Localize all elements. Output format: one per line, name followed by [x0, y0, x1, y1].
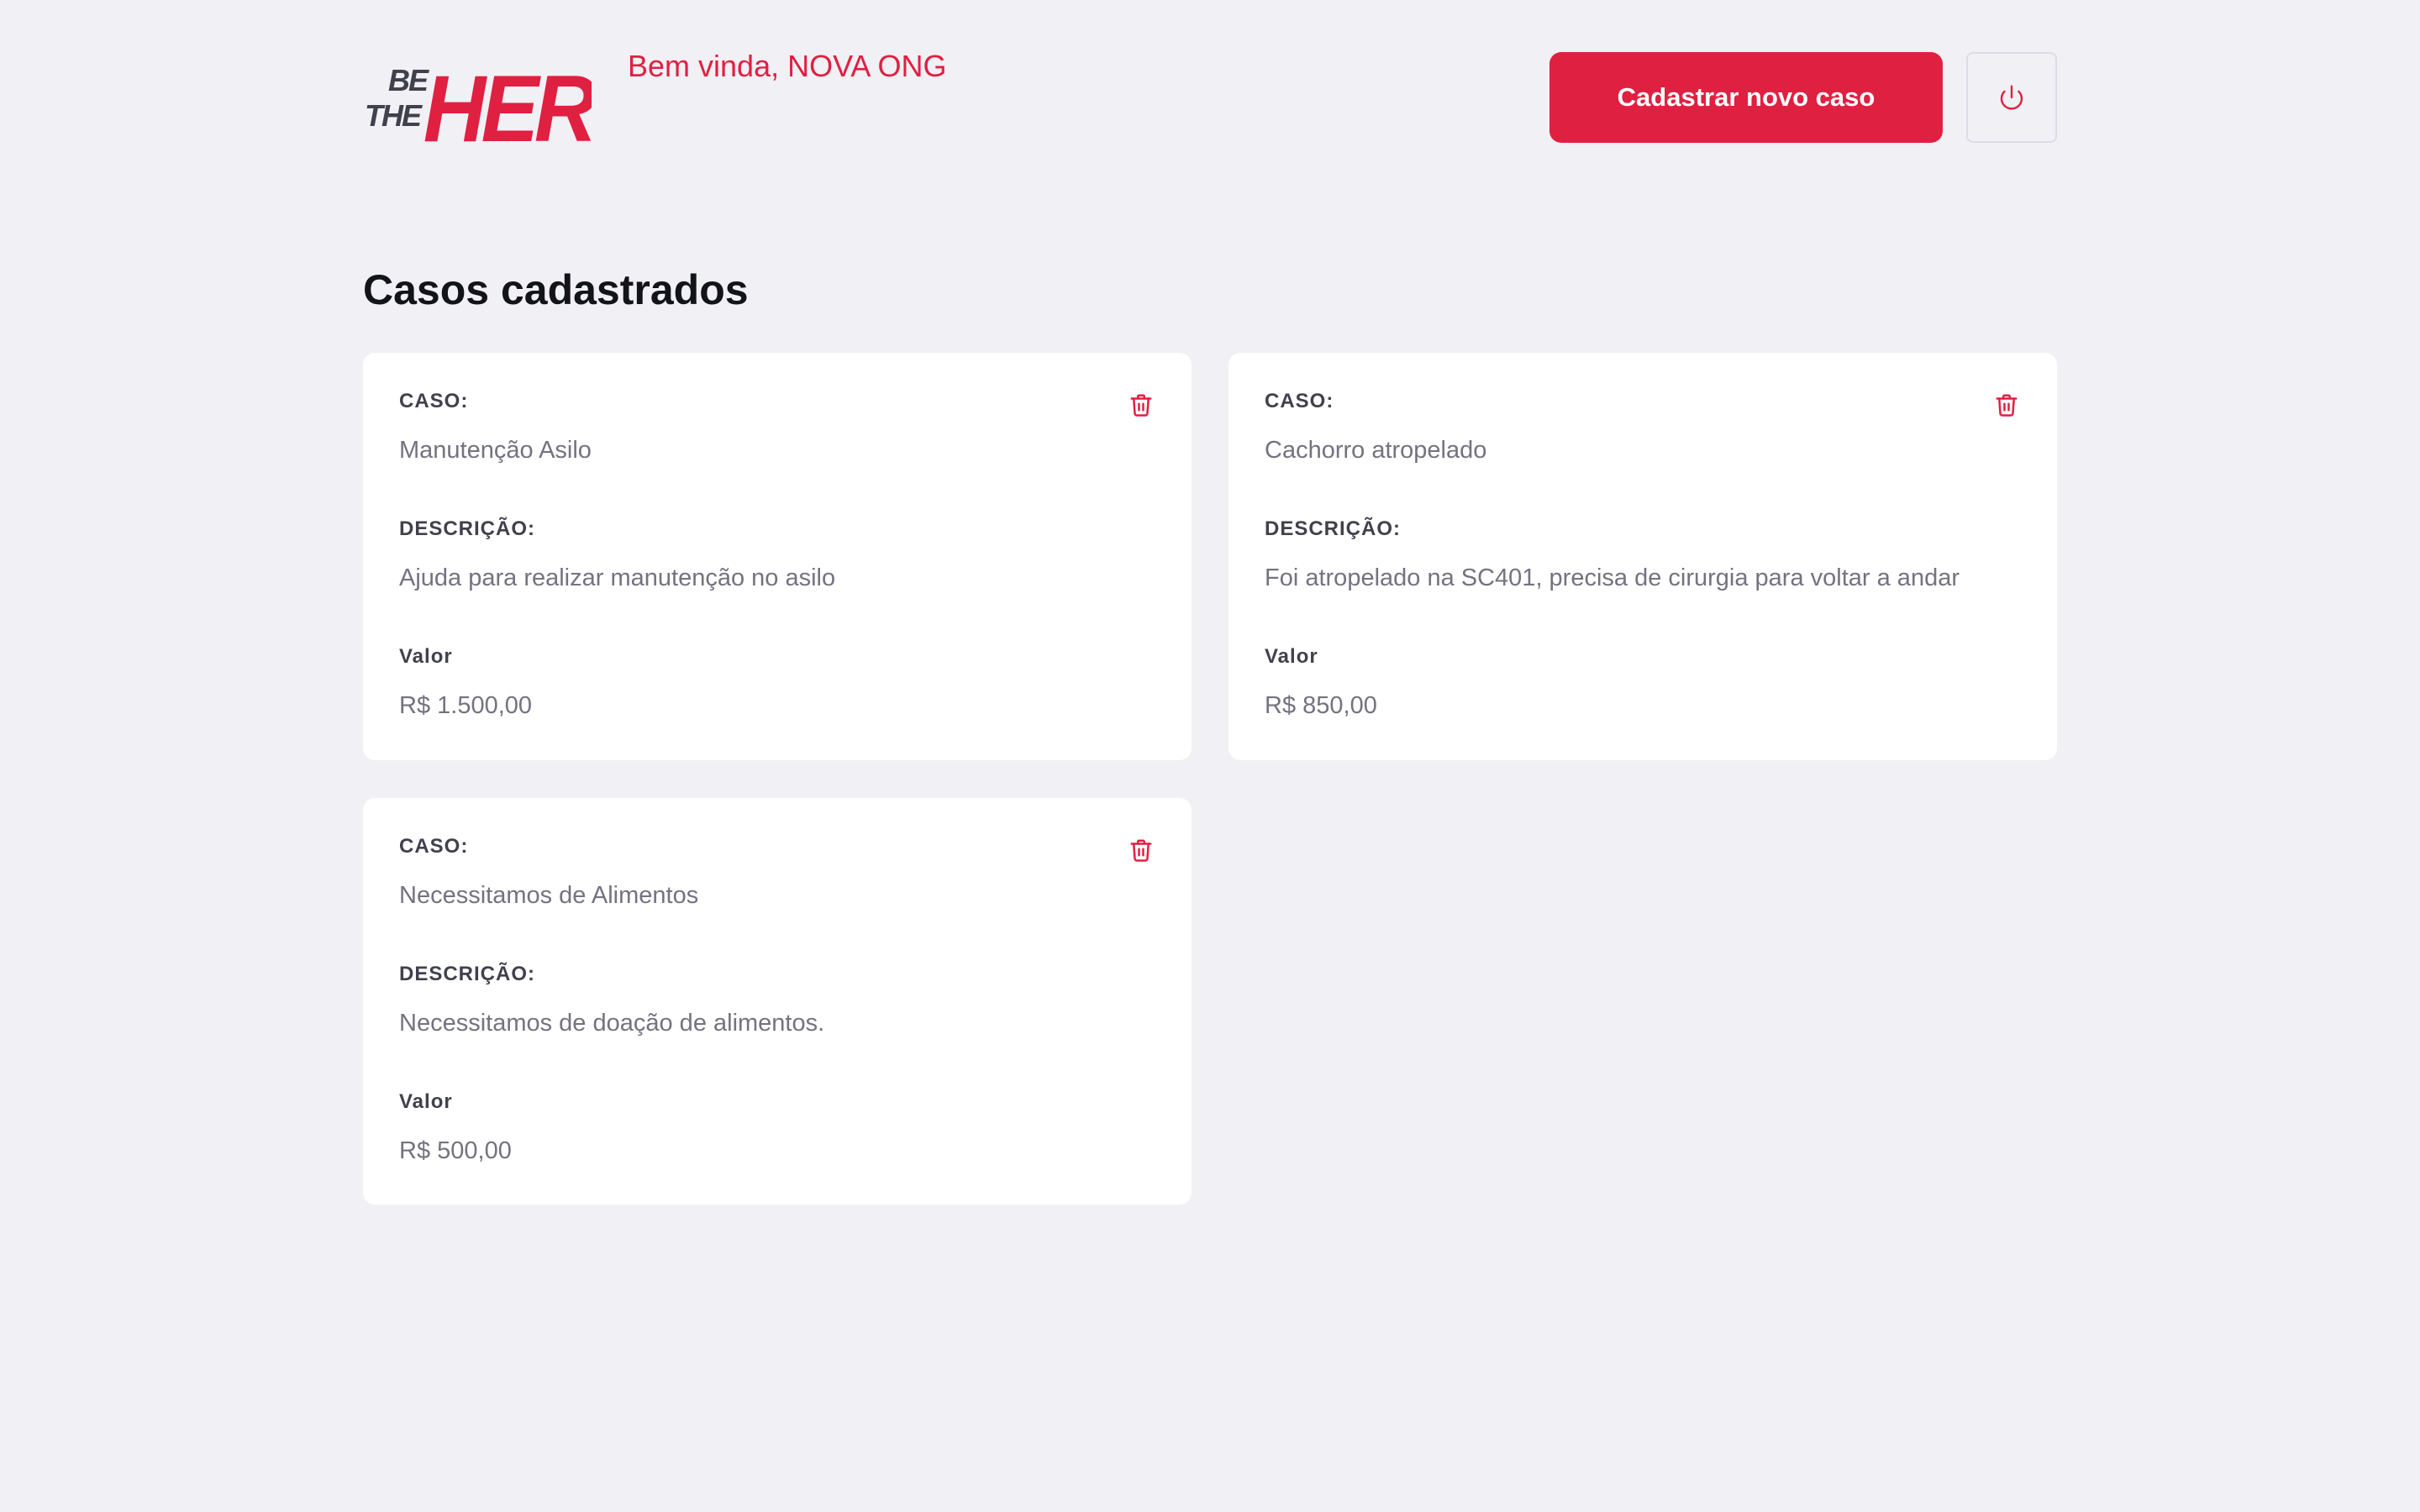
case-description: Necessitamos de doação de alimentos. — [399, 1010, 825, 1037]
trash-icon — [1996, 394, 2018, 417]
case-label: CASO: — [399, 390, 469, 412]
page-title: Casos cadastrados — [363, 266, 749, 313]
profile-page: BE THE HERO Bem vinda, NOVA ONG Cadastra… — [0, 0, 2420, 1512]
case-value: R$ 850,00 — [1265, 692, 1377, 719]
case-title: Manutenção Asilo — [399, 437, 592, 464]
case-label: CASO: — [399, 835, 469, 858]
power-icon — [2000, 85, 2023, 110]
value-label: Valor — [1265, 645, 1318, 668]
welcome-message: Bem vinda, NOVA ONG — [628, 49, 946, 84]
case-title: Cachorro atropelado — [1265, 437, 1487, 464]
welcome-prefix: Bem vinda, — [628, 49, 788, 83]
svg-text:HERO: HERO — [424, 56, 592, 148]
value-label: Valor — [399, 1090, 453, 1113]
delete-case-button[interactable] — [1124, 388, 1158, 422]
case-value: R$ 500,00 — [399, 1137, 512, 1164]
case-label: CASO: — [1265, 390, 1334, 412]
case-value: R$ 1.500,00 — [399, 692, 533, 719]
description-label: DESCRIÇÃO: — [1265, 517, 1402, 540]
trash-icon — [1130, 394, 1152, 417]
delete-case-button[interactable] — [1990, 388, 2023, 422]
case-card: CASO: Manutenção Asilo DESCRIÇÃO: Ajuda … — [363, 353, 1192, 760]
description-label: DESCRIÇÃO: — [399, 517, 536, 540]
value-label: Valor — [399, 645, 453, 668]
case-card: CASO: Cachorro atropelado DESCRIÇÃO: Foi… — [1228, 353, 2057, 760]
delete-case-button[interactable] — [1124, 833, 1158, 867]
case-description: Foi atropelado na SC401, precisa de ciru… — [1265, 564, 1960, 591]
trash-icon — [1130, 839, 1152, 862]
case-description: Ajuda para realizar manutenção no asilo — [399, 564, 836, 591]
new-case-button[interactable]: Cadastrar novo caso — [1549, 52, 1943, 143]
description-label: DESCRIÇÃO: — [399, 963, 536, 985]
svg-text:THE: THE — [365, 98, 423, 133]
case-card: CASO: Necessitamos de Alimentos DESCRIÇÃ… — [363, 798, 1192, 1205]
ngo-name: NOVA ONG — [787, 49, 947, 83]
logout-button[interactable] — [1966, 52, 2057, 143]
case-title: Necessitamos de Alimentos — [399, 882, 699, 909]
be-the-hero-logo: BE THE HERO — [365, 56, 592, 148]
